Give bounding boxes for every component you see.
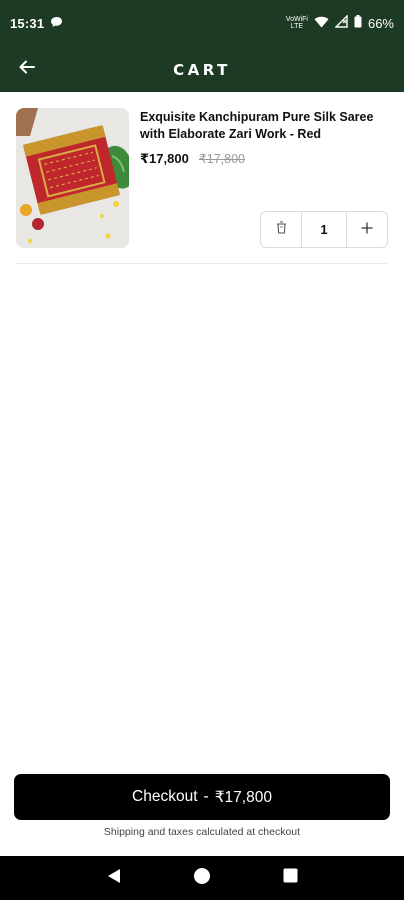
checkout-total: ₹17,800	[214, 788, 272, 806]
plus-icon	[361, 221, 373, 239]
product-price: ₹17,800	[140, 151, 189, 166]
checkout-note: Shipping and taxes calculated at checkou…	[103, 826, 301, 838]
circle-home-icon	[193, 867, 211, 890]
checkout-separator: -	[203, 788, 209, 805]
app-bar: CART	[0, 46, 404, 92]
arrow-left-icon	[19, 60, 35, 79]
status-left: 15:31	[10, 16, 63, 31]
triangle-back-icon	[107, 868, 121, 889]
network-label-bottom: LTE	[290, 23, 304, 30]
price-row: ₹17,800 ₹17,800	[140, 151, 245, 167]
status-right: VoWiFi LTE 66%	[286, 14, 394, 31]
system-nav-bar	[0, 856, 404, 900]
network-type-label: VoWiFi LTE	[286, 16, 308, 30]
product-compare-price: ₹17,800	[198, 152, 245, 166]
product-title[interactable]: Exquisite Kanchipuram Pure Silk Saree wi…	[140, 109, 384, 143]
checkout-button[interactable]: Checkout - ₹17,800	[14, 774, 390, 820]
quantity-stepper: 1	[260, 211, 388, 248]
increment-quantity-button[interactable]	[347, 212, 387, 247]
cart-item: Exquisite Kanchipuram Pure Silk Saree wi…	[16, 108, 388, 264]
quantity-value[interactable]: 1	[301, 212, 347, 247]
remove-item-button[interactable]	[261, 212, 301, 247]
nav-back-button[interactable]	[99, 863, 129, 893]
signal-icon	[334, 14, 348, 31]
checkout-label: Checkout	[132, 788, 198, 805]
nav-home-button[interactable]	[187, 863, 217, 893]
back-button[interactable]	[12, 55, 42, 83]
product-image[interactable]	[16, 108, 129, 248]
nav-recents-button[interactable]	[275, 863, 305, 893]
square-recents-icon	[283, 868, 298, 888]
trash-icon	[276, 220, 287, 239]
wifi-icon	[314, 16, 329, 31]
status-time: 15:31	[10, 15, 45, 31]
network-label-top: VoWiFi	[285, 16, 308, 23]
status-bar: 15:31 VoWiFi LTE 66%	[0, 0, 404, 46]
chat-bubble-icon	[50, 16, 63, 31]
page-title: CART	[173, 60, 231, 79]
battery-percent: 66%	[367, 15, 394, 31]
battery-icon	[354, 15, 362, 31]
